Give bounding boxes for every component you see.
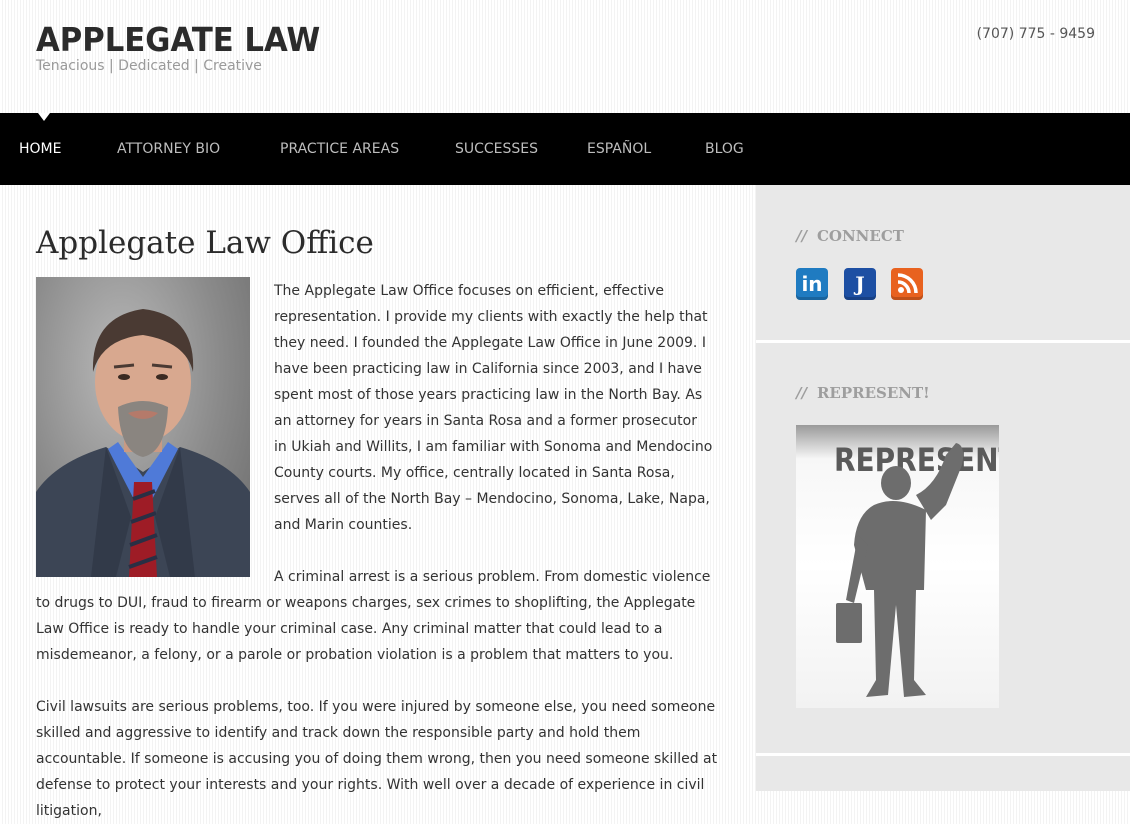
site-header: APPLEGATE LAW Tenacious | Dedicated | Cr… [0,0,1130,113]
page-title: Applegate Law Office [36,225,374,261]
civil-paragraph: Civil lawsuits are serious problems, too… [36,699,718,819]
sidebar-divider [756,753,1130,756]
connect-title-text: CONNECT [816,227,904,245]
attorney-portrait [36,277,250,577]
site-title[interactable]: APPLEGATE LAW [36,20,320,60]
nav-item-attorney-bio[interactable]: ATTORNEY BIO [117,113,220,185]
justia-icon[interactable]: J [844,268,876,300]
main-content: Applegate Law Office The Applegate Law O… [0,185,756,819]
represent-image-text: REPRESENT [834,442,999,479]
represent-widget-title: // REPRESENT! [796,384,930,402]
linkedin-icon[interactable]: in [796,268,828,300]
represent-title-text: REPRESENT! [816,384,930,402]
represent-illustration: REPRESENT [834,442,999,697]
attorney-portrait-illustration [36,309,250,577]
rss-symbol [897,273,918,294]
nav-item-blog[interactable]: BLOG [705,113,744,185]
title-slashes: // [796,384,807,402]
sidebar: // CONNECT in J // REPRESENT! REPRESENT [756,185,1130,791]
phone-number[interactable]: (707) 775 - 9459 [977,26,1095,42]
criminal-paragraph: A criminal arrest is a serious problem. … [36,569,711,663]
represent-image[interactable]: REPRESENT [796,425,999,708]
intro-paragraph: The Applegate Law Office focuses on effi… [274,283,713,533]
nav-item-espanol[interactable]: ESPAÑOL [587,113,651,185]
main-nav: HOME ATTORNEY BIO PRACTICE AREAS SUCCESS… [0,113,1130,185]
title-slashes: // [796,227,807,245]
site-tagline: Tenacious | Dedicated | Creative [36,58,262,74]
nav-item-home[interactable]: HOME [19,113,61,185]
sidebar-divider [756,340,1130,343]
nav-item-practice-areas[interactable]: PRACTICE AREAS [280,113,399,185]
rss-icon[interactable] [891,268,923,300]
connect-widget-title: // CONNECT [796,227,904,245]
nav-item-successes[interactable]: SUCCESSES [455,113,538,185]
